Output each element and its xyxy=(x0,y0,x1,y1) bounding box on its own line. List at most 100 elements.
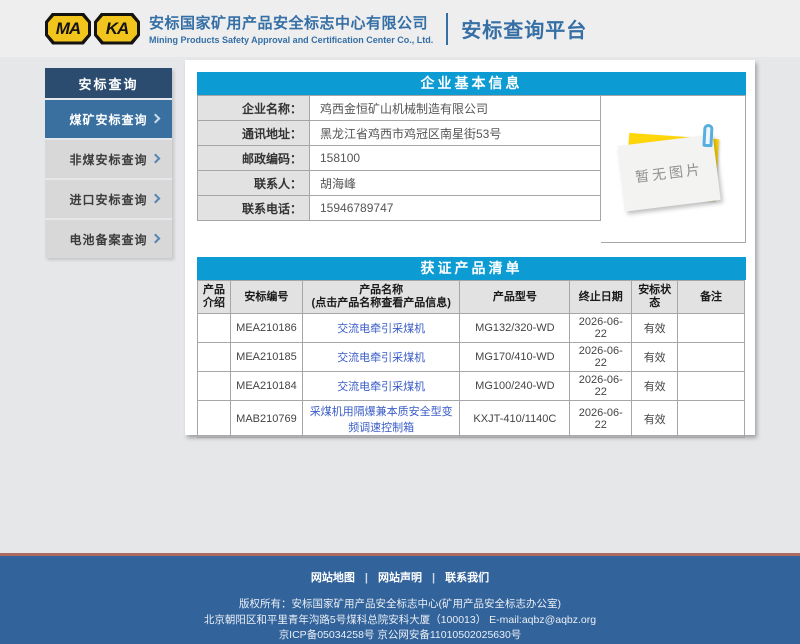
cell-status: 有效 xyxy=(632,401,678,438)
header: MA KA 安标国家矿用产品安全标志中心有限公司 Mining Products… xyxy=(0,0,800,57)
cell-model: KXJT-410/1140C xyxy=(460,401,570,438)
cell-cert-no: MEA210185 xyxy=(230,343,302,372)
product-image-placeholder: 暂无图片 xyxy=(601,95,746,243)
company-name-label: 企业名称： xyxy=(198,96,310,121)
chevron-right-icon xyxy=(151,114,161,124)
logo-ka-badge: KA xyxy=(94,13,140,45)
maka-logo[interactable]: MA KA xyxy=(45,13,140,45)
product-name-link[interactable]: 采煤机用隔爆兼本质安全型变频调速控制箱 xyxy=(310,406,453,434)
header-divider xyxy=(446,13,448,45)
cell-model: MG132/320-WD xyxy=(460,314,570,343)
cell-end-date: 2026-06-22 xyxy=(570,401,632,438)
cell-note xyxy=(678,314,745,343)
table-row: 联系电话： 15946789747 xyxy=(198,196,601,221)
company-info-header: 企业基本信息 xyxy=(197,72,746,95)
logo-ma-badge: MA xyxy=(45,13,91,45)
phone-value: 15946789747 xyxy=(310,196,601,221)
cell-end-date: 2026-06-22 xyxy=(570,314,632,343)
product-name-link[interactable]: 交流电牵引采煤机 xyxy=(337,323,425,335)
sidebar-item-noncoal-query[interactable]: 非煤安标查询 xyxy=(45,140,172,178)
sidebar-item-label: 进口安标查询 xyxy=(69,191,147,208)
chevron-right-icon xyxy=(151,234,161,244)
product-list-header: 获证产品清单 xyxy=(197,257,746,280)
postcode-value: 158100 xyxy=(310,146,601,171)
main-panel: 企业基本信息 企业名称： 鸡西金恒矿山机械制造有限公司 通讯地址： 黑龙江省鸡西… xyxy=(185,60,755,435)
table-row: MEA210184 交流电牵引采煤机 MG100/240-WD 2026-06-… xyxy=(198,372,745,401)
sidebar-item-battery-query[interactable]: 电池备案查询 xyxy=(45,220,172,258)
chevron-right-icon xyxy=(151,194,161,204)
cell-intro xyxy=(198,314,231,343)
col-status: 安标状态 xyxy=(632,281,678,314)
cell-cert-no: MAB210769 xyxy=(230,401,302,438)
cell-note xyxy=(678,372,745,401)
product-name-link[interactable]: 交流电牵引采煤机 xyxy=(337,352,425,364)
sidebar-item-label: 电池备案查询 xyxy=(69,231,147,248)
col-cert-no: 安标编号 xyxy=(230,281,302,314)
org-names: 安标国家矿用产品安全标志中心有限公司 Mining Products Safet… xyxy=(149,12,433,45)
col-product-name: 产品名称 (点击产品名称查看产品信息) xyxy=(302,281,460,314)
product-list-section: 获证产品清单 产品介绍 安标编号 产品名称 (点击产品名称查看产品信息) 产品型… xyxy=(197,257,746,438)
chevron-right-icon xyxy=(151,154,161,164)
col-note: 备注 xyxy=(678,281,745,314)
cell-note xyxy=(678,343,745,372)
footer-address: 北京朝阳区和平里青年沟路5号煤科总院安科大厦（100013） E-mail:aq… xyxy=(0,613,800,629)
contact-label: 联系人： xyxy=(198,171,310,196)
cell-end-date: 2026-06-22 xyxy=(570,372,632,401)
footer-links: 网站地图 | 网站声明 | 联系我们 xyxy=(0,569,800,585)
footer-link-statement[interactable]: 网站声明 xyxy=(378,572,422,584)
col-product-name-title: 产品名称 xyxy=(305,284,458,297)
table-row: 企业名称： 鸡西金恒矿山机械制造有限公司 xyxy=(198,96,601,121)
sidebar-item-import-query[interactable]: 进口安标查询 xyxy=(45,180,172,218)
cell-intro xyxy=(198,401,231,438)
cell-intro xyxy=(198,343,231,372)
footer-separator: | xyxy=(365,572,368,584)
table-row: 联系人： 胡海峰 xyxy=(198,171,601,196)
cell-model: MG100/240-WD xyxy=(460,372,570,401)
address-label: 通讯地址： xyxy=(198,121,310,146)
platform-title: 安标查询平台 xyxy=(461,14,587,43)
company-name-value: 鸡西金恒矿山机械制造有限公司 xyxy=(310,96,601,121)
sidebar-item-coal-query[interactable]: 煤矿安标查询 xyxy=(45,100,172,138)
logo-ma-text: MA xyxy=(48,16,88,42)
cell-status: 有效 xyxy=(632,314,678,343)
cell-product-name: 采煤机用隔爆兼本质安全型变频调速控制箱 xyxy=(302,401,460,438)
col-model: 产品型号 xyxy=(460,281,570,314)
cell-end-date: 2026-06-22 xyxy=(570,343,632,372)
company-info-table: 企业名称： 鸡西金恒矿山机械制造有限公司 通讯地址： 黑龙江省鸡西市鸡冠区南星街… xyxy=(197,95,601,221)
sidebar-item-label: 煤矿安标查询 xyxy=(69,111,147,128)
cell-cert-no: MEA210186 xyxy=(230,314,302,343)
table-row: MAB210769 采煤机用隔爆兼本质安全型变频调速控制箱 KXJT-410/1… xyxy=(198,401,745,438)
address-value: 黑龙江省鸡西市鸡冠区南星街53号 xyxy=(310,121,601,146)
table-row: 通讯地址： 黑龙江省鸡西市鸡冠区南星街53号 xyxy=(198,121,601,146)
footer-link-sitemap[interactable]: 网站地图 xyxy=(311,572,355,584)
cell-status: 有效 xyxy=(632,372,678,401)
sidebar-title: 安标查询 xyxy=(45,68,172,98)
paperclip-icon xyxy=(702,124,713,147)
page: MA KA 安标国家矿用产品安全标志中心有限公司 Mining Products… xyxy=(0,0,800,644)
cell-model: MG170/410-WD xyxy=(460,343,570,372)
table-row: MEA210185 交流电牵引采煤机 MG170/410-WD 2026-06-… xyxy=(198,343,745,372)
company-info-section: 企业名称： 鸡西金恒矿山机械制造有限公司 通讯地址： 黑龙江省鸡西市鸡冠区南星街… xyxy=(197,95,746,243)
footer-icp: 京ICP备05034258号 京公网安备11010502025630号 xyxy=(0,628,800,644)
table-row: MEA210186 交流电牵引采煤机 MG132/320-WD 2026-06-… xyxy=(198,314,745,343)
col-intro: 产品介绍 xyxy=(198,281,231,314)
cell-product-name: 交流电牵引采煤机 xyxy=(302,372,460,401)
col-product-name-sub: (点击产品名称查看产品信息) xyxy=(305,297,458,310)
product-name-link[interactable]: 交流电牵引采煤机 xyxy=(337,381,425,393)
no-image-text: 暂无图片 xyxy=(634,159,704,187)
footer-copyright: 版权所有：安标国家矿用产品安全标志中心(矿用产品安全标志办公室) xyxy=(0,597,800,613)
product-table: 产品介绍 安标编号 产品名称 (点击产品名称查看产品信息) 产品型号 终止日期 … xyxy=(197,280,745,438)
cell-product-name: 交流电牵引采煤机 xyxy=(302,314,460,343)
table-row: 邮政编码： 158100 xyxy=(198,146,601,171)
cell-product-name: 交流电牵引采煤机 xyxy=(302,343,460,372)
phone-label: 联系电话： xyxy=(198,196,310,221)
cell-intro xyxy=(198,372,231,401)
footer-link-contact[interactable]: 联系我们 xyxy=(445,572,489,584)
logo-ka-text: KA xyxy=(97,16,137,42)
org-name-en: Mining Products Safety Approval and Cert… xyxy=(149,35,433,45)
sidebar-item-label: 非煤安标查询 xyxy=(69,151,147,168)
org-name-zh: 安标国家矿用产品安全标志中心有限公司 xyxy=(149,12,433,33)
footer-separator: | xyxy=(432,572,435,584)
cell-status: 有效 xyxy=(632,343,678,372)
postcode-label: 邮政编码： xyxy=(198,146,310,171)
